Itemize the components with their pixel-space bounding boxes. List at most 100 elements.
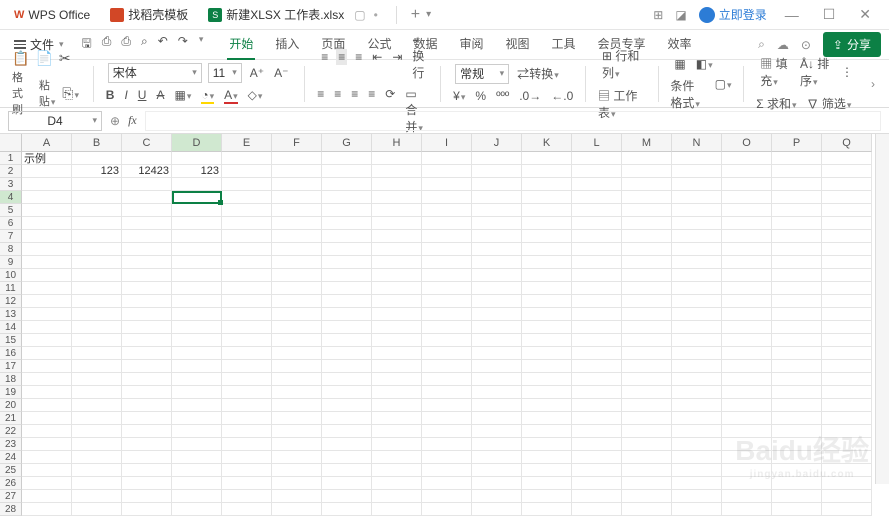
cell[interactable]	[822, 152, 872, 165]
box-icon[interactable]: ◪	[675, 8, 686, 22]
cell[interactable]	[622, 204, 672, 217]
cell[interactable]	[322, 438, 372, 451]
increase-font-icon[interactable]: A⁺	[248, 65, 266, 81]
cell[interactable]	[822, 165, 872, 178]
cell[interactable]	[672, 230, 722, 243]
cell[interactable]	[822, 269, 872, 282]
cell[interactable]	[772, 256, 822, 269]
cell[interactable]	[322, 347, 372, 360]
cell[interactable]	[22, 503, 72, 516]
cell[interactable]	[472, 334, 522, 347]
cell[interactable]	[22, 308, 72, 321]
cell[interactable]	[422, 503, 472, 516]
cell[interactable]	[822, 243, 872, 256]
cell[interactable]	[172, 152, 222, 165]
column-header[interactable]: E	[222, 134, 272, 152]
cell[interactable]	[272, 399, 322, 412]
cell[interactable]	[222, 451, 272, 464]
cell[interactable]	[322, 451, 372, 464]
cell[interactable]	[172, 360, 222, 373]
cell[interactable]	[822, 230, 872, 243]
cond-format-button[interactable]: 条件格式▾	[668, 76, 706, 112]
cell[interactable]	[622, 373, 672, 386]
cell[interactable]	[472, 360, 522, 373]
column-header[interactable]: L	[572, 134, 622, 152]
cell[interactable]	[722, 282, 772, 295]
cell[interactable]	[172, 334, 222, 347]
cell[interactable]	[422, 178, 472, 191]
cell[interactable]	[322, 217, 372, 230]
preview-icon[interactable]: ⌕	[141, 34, 148, 55]
cell[interactable]	[272, 334, 322, 347]
sync-icon[interactable]: ⊙	[801, 38, 811, 52]
cell[interactable]	[172, 269, 222, 282]
cell[interactable]	[372, 438, 422, 451]
currency-icon[interactable]: ¥▾	[451, 88, 467, 104]
cell[interactable]	[322, 256, 372, 269]
row-header[interactable]: 24	[0, 451, 22, 464]
cell[interactable]	[772, 412, 822, 425]
cell[interactable]	[422, 399, 472, 412]
cell[interactable]	[672, 191, 722, 204]
convert-button[interactable]: ⇄转换▾	[515, 64, 561, 83]
cell[interactable]	[422, 282, 472, 295]
cell[interactable]	[822, 191, 872, 204]
cell[interactable]	[72, 152, 122, 165]
cell[interactable]	[622, 230, 672, 243]
cell[interactable]	[322, 230, 372, 243]
device-icon[interactable]: ⊞	[653, 8, 663, 22]
cell[interactable]	[122, 451, 172, 464]
cell[interactable]	[222, 178, 272, 191]
cell[interactable]	[422, 243, 472, 256]
cell[interactable]	[672, 386, 722, 399]
cell[interactable]	[772, 243, 822, 256]
cell[interactable]	[672, 464, 722, 477]
cell[interactable]	[722, 269, 772, 282]
cell[interactable]	[472, 256, 522, 269]
cell[interactable]	[22, 321, 72, 334]
cell[interactable]	[722, 360, 772, 373]
cell[interactable]	[222, 425, 272, 438]
cell[interactable]	[372, 464, 422, 477]
cell[interactable]	[572, 165, 622, 178]
tab-insert[interactable]: 插入	[273, 29, 301, 60]
cell[interactable]	[622, 347, 672, 360]
cell[interactable]	[72, 438, 122, 451]
cell[interactable]	[322, 204, 372, 217]
cell[interactable]	[222, 360, 272, 373]
row-header[interactable]: 4	[0, 191, 22, 204]
cell[interactable]	[72, 373, 122, 386]
cell[interactable]	[372, 373, 422, 386]
row-header[interactable]: 27	[0, 490, 22, 503]
row-header[interactable]: 12	[0, 295, 22, 308]
cell[interactable]	[422, 386, 472, 399]
cell[interactable]	[772, 334, 822, 347]
cell[interactable]	[122, 230, 172, 243]
cell[interactable]	[72, 282, 122, 295]
cell[interactable]	[822, 256, 872, 269]
cell[interactable]	[622, 165, 672, 178]
cell[interactable]	[172, 256, 222, 269]
cell[interactable]	[22, 269, 72, 282]
column-header[interactable]: P	[772, 134, 822, 152]
font-size-select[interactable]: 11▾	[208, 63, 242, 83]
cell[interactable]	[222, 490, 272, 503]
cell[interactable]	[72, 295, 122, 308]
cell[interactable]	[22, 451, 72, 464]
cell[interactable]	[372, 399, 422, 412]
cell[interactable]	[22, 178, 72, 191]
cell[interactable]	[622, 360, 672, 373]
cell[interactable]	[572, 217, 622, 230]
cell[interactable]	[722, 204, 772, 217]
cell[interactable]	[572, 204, 622, 217]
cell[interactable]	[522, 412, 572, 425]
cell[interactable]	[22, 490, 72, 503]
new-tab-button[interactable]: +	[405, 6, 426, 24]
cell[interactable]	[572, 451, 622, 464]
cell[interactable]	[422, 373, 472, 386]
cell[interactable]	[472, 282, 522, 295]
cell[interactable]	[322, 464, 372, 477]
cell[interactable]	[572, 477, 622, 490]
cell[interactable]	[322, 412, 372, 425]
cell[interactable]	[622, 503, 672, 516]
